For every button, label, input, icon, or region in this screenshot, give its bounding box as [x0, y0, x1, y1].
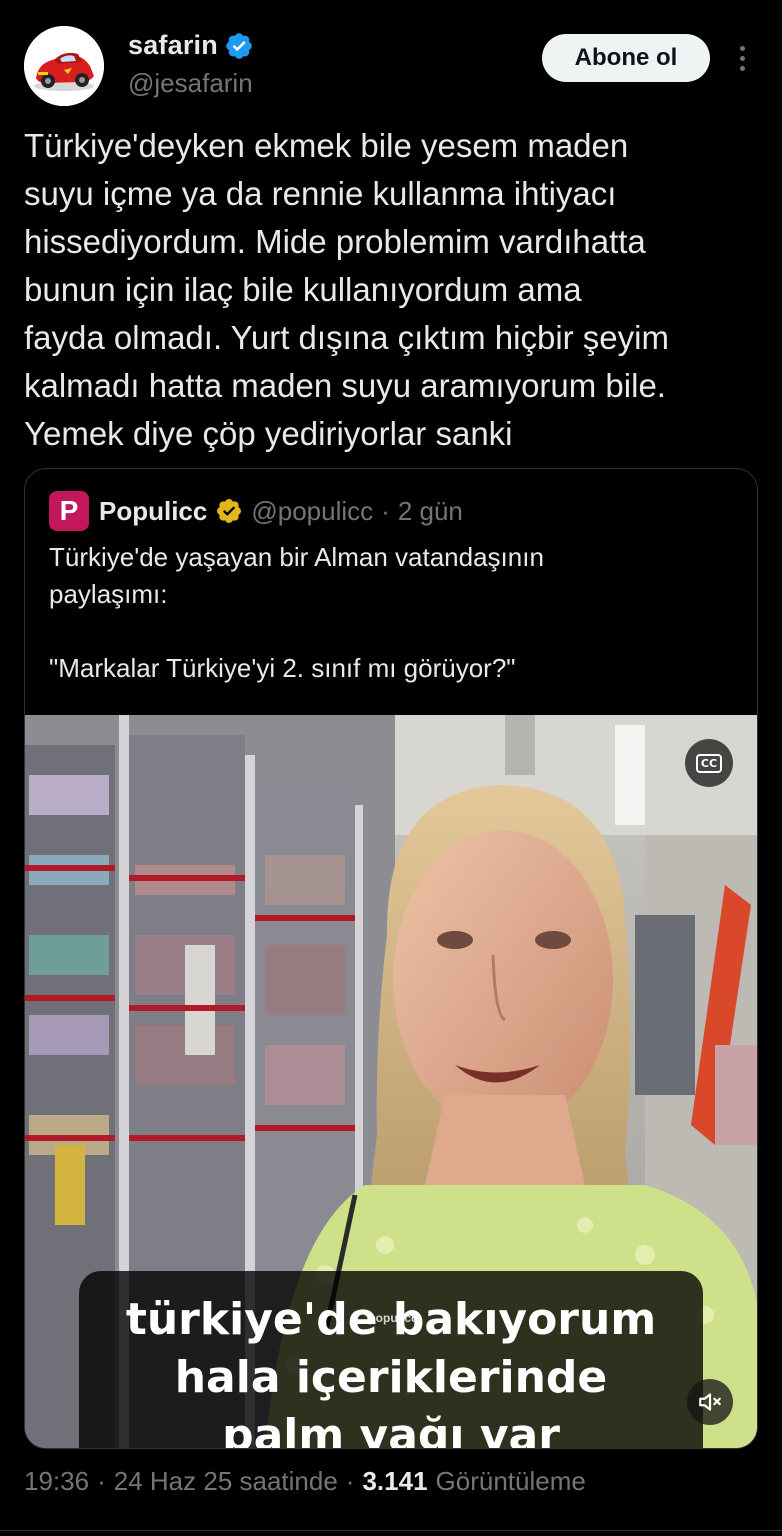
views-label: Görüntüleme — [435, 1466, 586, 1496]
tweet-time[interactable]: 19:36 — [24, 1466, 89, 1497]
separator-dot: · — [345, 1466, 355, 1496]
quoted-tweet-text: Türkiye'de yaşayan bir Alman vatandaşını… — [49, 542, 544, 683]
separator-dot: · — [97, 1466, 106, 1496]
quoted-tweet[interactable]: P Populicc @populicc · 2 gün Türkiye'de … — [24, 468, 758, 1449]
mute-button[interactable] — [687, 1379, 733, 1425]
author-name[interactable]: safarin — [128, 30, 218, 61]
more-dot — [739, 55, 745, 61]
gold-verified-badge-icon — [217, 499, 242, 523]
separator-dot: · — [381, 495, 390, 526]
quoted-author-name[interactable]: Populicc — [99, 496, 207, 527]
closed-captions-icon: CC — [695, 753, 723, 773]
verified-badge-icon — [226, 32, 252, 59]
quoted-author-avatar[interactable]: P — [49, 491, 89, 531]
tweet-meta: 19:36 · 24 Haz 25 saatinde · 3.141 Görün… — [24, 1466, 586, 1497]
tweet-text: Türkiye'deyken ekmek bile yesem maden su… — [24, 127, 669, 452]
author-avatar[interactable] — [24, 26, 104, 106]
views-count: 3.141 — [362, 1466, 428, 1496]
video-player[interactable]: CC türkiye'de bakıyorum hala içeriklerin… — [25, 715, 757, 1448]
quoted-author-handle[interactable]: @populicc — [251, 496, 373, 527]
video-watermark: populicc — [368, 1311, 418, 1325]
muted-speaker-icon — [699, 1393, 721, 1411]
quoted-tweet-time[interactable]: 2 gün — [398, 496, 463, 527]
race-car-avatar-image — [24, 26, 104, 106]
more-dot — [739, 65, 745, 71]
tweet-date[interactable]: 24 Haz 25 saatinde — [114, 1466, 338, 1497]
tweet-header: safarin @jesafarin Abone ol — [24, 26, 758, 106]
more-dots-icon[interactable] — [730, 40, 754, 76]
more-dot — [739, 45, 745, 51]
follow-button[interactable]: Abone ol — [542, 34, 710, 82]
divider — [0, 1530, 782, 1531]
closed-captions-button[interactable]: CC — [685, 739, 733, 787]
quoted-tweet-header: P Populicc @populicc · 2 gün — [49, 491, 463, 531]
author-handle[interactable]: @jesafarin — [128, 68, 253, 99]
